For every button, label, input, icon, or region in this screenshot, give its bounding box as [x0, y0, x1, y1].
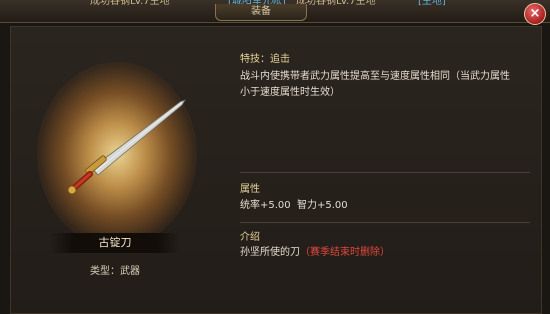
intro-text-main: 孙坚所使的刀: [240, 247, 300, 258]
skill-description: 战斗内使携带者武力属性提高至与速度属性相同（当武力属性小于速度属性时生效）: [240, 71, 510, 98]
skill-section: 特技：追击 战斗内使携带者武力属性提高至与速度属性相同（当武力属性小于速度属性时…: [240, 50, 540, 101]
top-bar-text-4: [主地]: [418, 0, 446, 7]
item-name: 古锭刀: [50, 233, 180, 253]
attributes-values: 统率+5.00 智力+5.00: [240, 200, 348, 211]
top-bar-text-3: 成功吞钢LV.7主地: [296, 0, 376, 7]
item-type-value: 武器: [120, 266, 140, 277]
top-bar-text-1: 成功吞钢LV.7主地: [90, 0, 170, 7]
sword-icon: [67, 99, 186, 195]
intro-title: 介绍: [240, 232, 260, 243]
season-note: （赛季结束时删除）: [300, 247, 390, 258]
window-title: 装备: [215, 4, 307, 21]
intro-section: 介绍 孙坚所使的刀（赛季结束时删除）: [240, 228, 540, 261]
close-button[interactable]: ×: [524, 3, 546, 25]
intro-text: 孙坚所使的刀（赛季结束时删除）: [240, 245, 540, 261]
item-type-label: 类型：: [90, 266, 120, 277]
item-type: 类型：武器: [50, 262, 180, 277]
attributes-title: 属性: [240, 184, 260, 195]
skill-title: 特技：追击: [240, 54, 290, 65]
divider: [240, 172, 530, 173]
divider: [240, 222, 530, 223]
attributes-section: 属性 统率+5.00 智力+5.00: [240, 180, 540, 214]
item-preview: 古锭刀 类型：武器: [22, 40, 212, 312]
